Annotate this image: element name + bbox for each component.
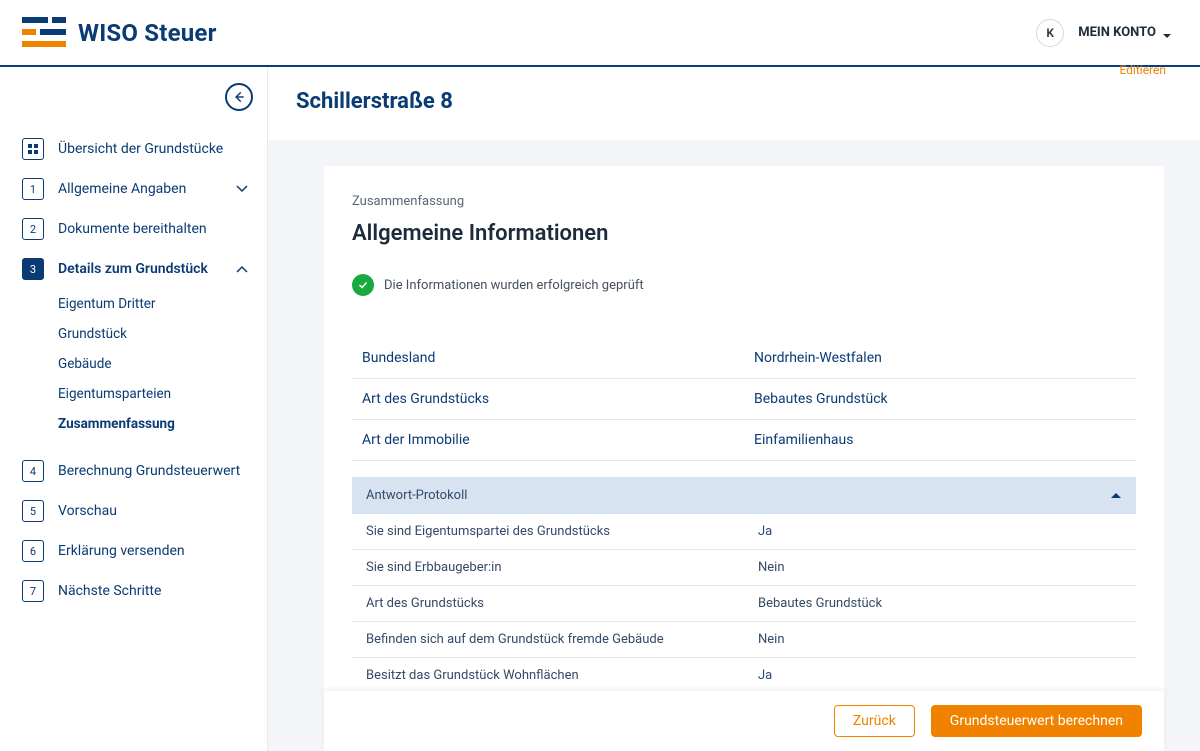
protocol-key: Art des Grundstücks: [352, 586, 744, 622]
step-number-icon: 2: [22, 218, 44, 240]
step-number-icon: 5: [22, 500, 44, 522]
check-circle-icon: [352, 274, 374, 296]
status-text: Die Informationen wurden erfolgreich gep…: [384, 278, 644, 293]
protocol-row: Sie sind Erbbaugeber:inNein: [352, 550, 1136, 586]
main-content: Schillerstraße 8 Zusammenfassung Allgeme…: [268, 67, 1200, 751]
sidebar-item-label: Allgemeine Angaben: [58, 181, 221, 197]
sidebar-item-3[interactable]: 3 Details zum Grundstück: [22, 249, 265, 289]
sidebar-item-label: Vorschau: [58, 503, 265, 519]
info-value: Nordrhein-Westfalen: [744, 338, 1136, 379]
protocol-row: Besitzt das Grundstück WohnflächenJa: [352, 658, 1136, 694]
brand-name: WISO Steuer: [78, 19, 217, 47]
subnav-eigentum-dritter[interactable]: Eigentum Dritter: [58, 289, 265, 319]
summary-card: Zusammenfassung Allgemeine Informationen…: [324, 166, 1164, 694]
sidebar-item-label: Berechnung Grundsteuerwert: [58, 463, 265, 479]
protocol-value: Nein: [744, 550, 1136, 586]
protocol-key: Sie sind Erbbaugeber:in: [352, 550, 744, 586]
logo-icon: [22, 15, 66, 51]
info-value: Einfamilienhaus: [744, 420, 1136, 461]
editieren-link[interactable]: Editieren: [1119, 63, 1166, 77]
status-ok: Die Informationen wurden erfolgreich gep…: [352, 274, 1136, 296]
app-header: WISO Steuer K MEIN KONTO Editieren: [0, 0, 1200, 67]
sidebar-item-label: Dokumente bereithalten: [58, 221, 265, 237]
protocol-key: Sie sind Eigentumspartei des Grundstücks: [352, 514, 744, 550]
info-row: BundeslandNordrhein-Westfalen: [352, 338, 1136, 379]
subnav-zusammenfassung[interactable]: Zusammenfassung: [58, 409, 265, 439]
chevron-down-icon: [235, 182, 249, 196]
back-button[interactable]: [225, 83, 253, 111]
sidebar-item-7[interactable]: 7 Nächste Schritte: [22, 571, 265, 611]
sidebar-item-1[interactable]: 1 Allgemeine Angaben: [22, 169, 265, 209]
sidebar-item-overview[interactable]: Übersicht der Grundstücke: [22, 129, 265, 169]
step-number-icon: 7: [22, 580, 44, 602]
protocol-key: Besitzt das Grundstück Wohnflächen: [352, 658, 744, 694]
info-table: BundeslandNordrhein-Westfalen Art des Gr…: [352, 338, 1136, 461]
protocol-value: Ja: [744, 514, 1136, 550]
app-shell: Übersicht der Grundstücke 1 Allgemeine A…: [0, 67, 1200, 751]
back-button-footer[interactable]: Zurück: [834, 705, 915, 737]
protocol-value: Nein: [744, 622, 1136, 658]
account-label: MEIN KONTO: [1078, 25, 1156, 40]
subnav-gebaeude[interactable]: Gebäude: [58, 349, 265, 379]
protocol-row: Art des GrundstücksBebautes Grundstück: [352, 586, 1136, 622]
account-menu[interactable]: MEIN KONTO: [1078, 25, 1172, 40]
protocol-row: Sie sind Eigentumspartei des Grundstücks…: [352, 514, 1136, 550]
avatar[interactable]: K: [1036, 19, 1064, 47]
subnav-eigentumsparteien[interactable]: Eigentumsparteien: [58, 379, 265, 409]
summary-heading: Allgemeine Informationen: [352, 221, 1136, 246]
protocol-title: Antwort-Protokoll: [366, 488, 467, 503]
sidebar: Übersicht der Grundstücke 1 Allgemeine A…: [0, 67, 268, 751]
info-row: Art des GrundstücksBebautes Grundstück: [352, 379, 1136, 420]
footer-bar: Zurück Grundsteuerwert berechnen: [324, 691, 1164, 751]
sidebar-item-4[interactable]: 4 Berechnung Grundsteuerwert: [22, 451, 265, 491]
protocol-key: Befinden sich auf dem Grundstück fremde …: [352, 622, 744, 658]
page-title: Schillerstraße 8: [268, 67, 1200, 140]
header-right: K MEIN KONTO Editieren: [1036, 19, 1172, 47]
protocol-row: Befinden sich auf dem Grundstück fremde …: [352, 622, 1136, 658]
sidebar-item-label: Nächste Schritte: [58, 583, 265, 599]
info-row: Art der ImmobilieEinfamilienhaus: [352, 420, 1136, 461]
content-area: Zusammenfassung Allgemeine Informationen…: [268, 140, 1200, 751]
sidebar-item-6[interactable]: 6 Erklärung versenden: [22, 531, 265, 571]
chevron-up-icon: [235, 262, 249, 276]
sidebar-nav: Übersicht der Grundstücke 1 Allgemeine A…: [22, 129, 265, 611]
step-number-icon: 4: [22, 460, 44, 482]
protocol-table: Sie sind Eigentumspartei des Grundstücks…: [352, 514, 1136, 694]
brand-logo[interactable]: WISO Steuer: [22, 15, 217, 51]
calculate-button[interactable]: Grundsteuerwert berechnen: [931, 705, 1142, 737]
sidebar-item-label: Übersicht der Grundstücke: [58, 141, 265, 157]
info-key: Art der Immobilie: [352, 420, 744, 461]
protocol-header[interactable]: Antwort-Protokoll: [352, 477, 1136, 514]
info-key: Bundesland: [352, 338, 744, 379]
info-value: Bebautes Grundstück: [744, 379, 1136, 420]
step-number-icon: 6: [22, 540, 44, 562]
step-number-icon: 1: [22, 178, 44, 200]
sidebar-item-2[interactable]: 2 Dokumente bereithalten: [22, 209, 265, 249]
protocol-value: Ja: [744, 658, 1136, 694]
sidebar-subnav-3: Eigentum Dritter Grundstück Gebäude Eige…: [58, 289, 265, 439]
grid-icon: [22, 138, 44, 160]
summary-kicker: Zusammenfassung: [352, 194, 1136, 209]
sidebar-item-5[interactable]: 5 Vorschau: [22, 491, 265, 531]
sidebar-item-label: Erklärung versenden: [58, 543, 265, 559]
chevron-down-icon: [1162, 28, 1172, 38]
caret-up-icon: [1110, 488, 1122, 503]
sidebar-item-label: Details zum Grundstück: [58, 261, 221, 277]
avatar-initial: K: [1046, 26, 1054, 40]
info-key: Art des Grundstücks: [352, 379, 744, 420]
protocol-value: Bebautes Grundstück: [744, 586, 1136, 622]
subnav-grundstueck[interactable]: Grundstück: [58, 319, 265, 349]
step-number-icon: 3: [22, 258, 44, 280]
